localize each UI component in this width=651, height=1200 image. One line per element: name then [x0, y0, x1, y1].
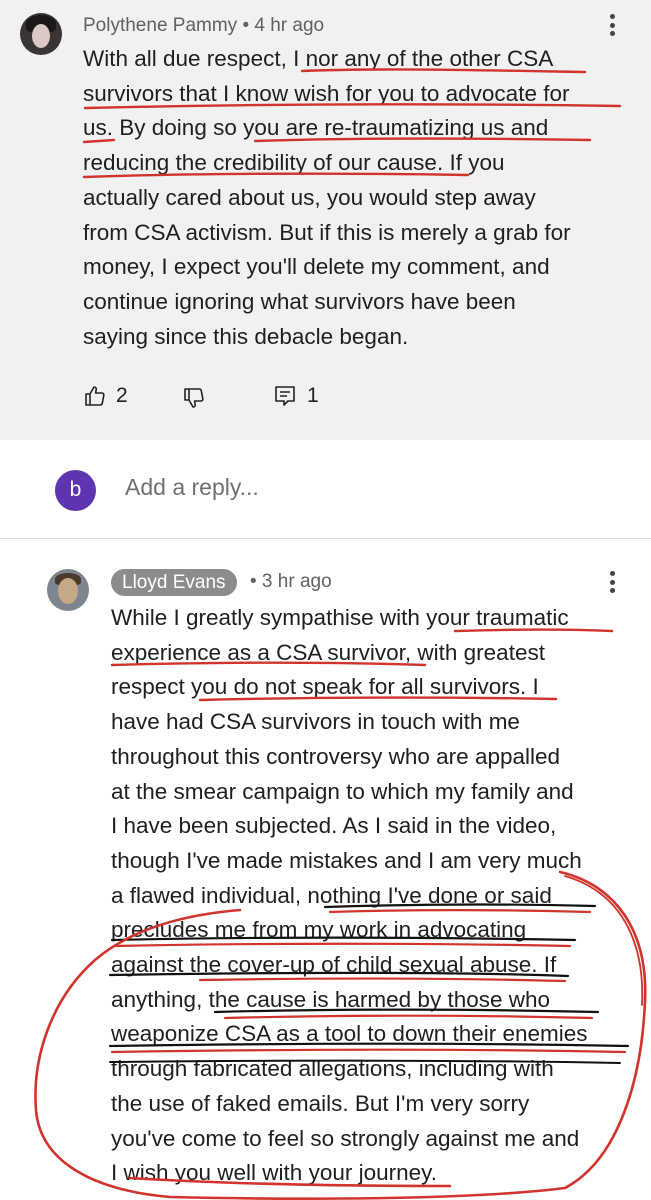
- comment-line: experience as a CSA survivor, with great…: [111, 639, 545, 665]
- comment-line: I wish you well with your journey.: [111, 1160, 437, 1186]
- comment-text: With all due respect, I nor any of the o…: [83, 42, 571, 354]
- comment-line: reducing the credibility of our cause. I…: [83, 150, 505, 176]
- comment-line: through fabricated allegations, includin…: [111, 1056, 554, 1082]
- reply-input[interactable]: Add a reply...: [125, 474, 259, 501]
- author-badge[interactable]: Lloyd Evans: [111, 569, 237, 596]
- comment-line: With all due respect, I nor any of the o…: [83, 46, 554, 71]
- reply-composer: b Add a reply...: [0, 460, 651, 520]
- comment-line: actually cared about us, you would step …: [83, 184, 536, 210]
- replies-button[interactable]: 1: [273, 384, 319, 408]
- comment-time: • 4 hr ago: [242, 15, 325, 36]
- comment-card: Polythene Pammy • 4 hr ago With all due …: [0, 0, 651, 440]
- comment-line: respect you do not speak for all survivo…: [111, 674, 539, 700]
- comment-time: • 3 hr ago: [250, 571, 332, 592]
- comment-line: have had CSA survivors in touch with me: [111, 709, 520, 735]
- avatar[interactable]: [20, 13, 62, 55]
- like-count: 2: [116, 384, 128, 407]
- comment-line: continue ignoring what survivors have be…: [83, 288, 516, 314]
- comment-icon: [275, 386, 295, 406]
- thumbs-down-icon: [184, 388, 204, 408]
- comment-line: from CSA activism. But if this is merely…: [83, 219, 571, 245]
- comment-line: the use of faked emails. But I'm very so…: [111, 1090, 530, 1116]
- comment-line: a flawed individual, nothing I've done o…: [111, 882, 552, 908]
- avatar[interactable]: [47, 569, 89, 611]
- dislike-button[interactable]: [182, 386, 206, 410]
- comment-header: Polythene Pammy • 4 hr ago: [83, 15, 324, 37]
- comment-line: anything, the cause is harmed by those w…: [111, 986, 551, 1012]
- divider: [0, 538, 651, 539]
- like-button[interactable]: 2: [83, 384, 128, 408]
- comment-line: you've come to feel so strongly against …: [111, 1125, 580, 1151]
- comment-line: I have been subjected. As I said in the …: [111, 813, 557, 839]
- author-name[interactable]: Polythene Pammy: [83, 15, 237, 36]
- comment-line: us. By doing so you are re-traumatizing …: [83, 115, 549, 141]
- comment-line: throughout this controversy who are appa…: [111, 743, 561, 769]
- thumbs-up-icon: [85, 386, 105, 406]
- comment-line: money, I expect you'll delete my comment…: [83, 254, 550, 280]
- comment-line: saying since this debacle began.: [83, 323, 409, 349]
- comment-line: precludes me from my work in advocating: [111, 917, 527, 943]
- comment-text: While I greatly sympathise with your tra…: [111, 601, 588, 1191]
- comment-line: weaponize CSA as a tool to down their en…: [111, 1021, 588, 1047]
- comment-line: While I greatly sympathise with your tra…: [111, 605, 569, 630]
- user-avatar: b: [55, 470, 96, 511]
- more-options-icon[interactable]: [609, 571, 615, 597]
- comment-line: though I've made mistakes and I am very …: [111, 847, 582, 873]
- more-options-icon[interactable]: [609, 14, 615, 40]
- comment-line: survivors that I know wish for you to ad…: [83, 80, 570, 106]
- comment-line: at the smear campaign to which my family…: [111, 778, 574, 804]
- reply-count: 1: [307, 384, 319, 407]
- comment-line: against the cover-up of child sexual abu…: [111, 952, 557, 978]
